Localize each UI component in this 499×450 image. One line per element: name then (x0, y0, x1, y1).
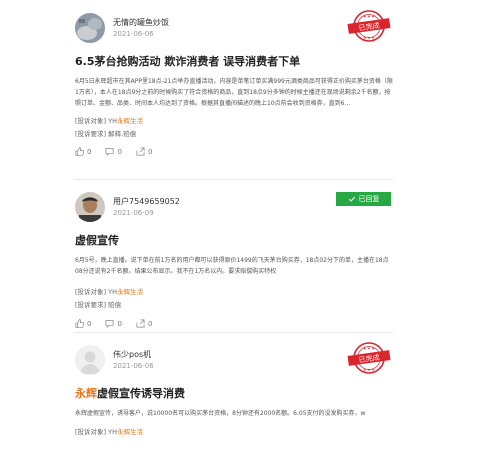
complaint-target: [投诉对象] YH永辉生活 (75, 426, 393, 439)
avatar[interactable] (75, 13, 105, 43)
target-value[interactable]: YH永辉生活 (108, 428, 143, 436)
complaint-card[interactable]: 伟少pos机 2021-06-06 ★ ★ ★ ★ ★ ★ 已完成 永辉虚假宣传… (75, 342, 393, 439)
comment-button[interactable]: 0 (105, 319, 122, 328)
comment-count: 0 (117, 319, 122, 328)
svg-text:★ ★ ★: ★ ★ ★ (363, 368, 375, 372)
card-actions: 0 0 0 (75, 319, 393, 328)
complaint-card[interactable]: 无情的罐鱼炒饭 2021-06-06 ★ ★ ★ ★ ★ ★ 已完成 6.5茅台… (75, 10, 393, 156)
divider (75, 179, 393, 180)
comment-count: 0 (117, 147, 122, 156)
svg-text:★ ★ ★: ★ ★ ★ (363, 36, 375, 40)
title-text: 虚假宣传诱导消费 (97, 387, 185, 400)
share-icon (136, 319, 145, 328)
comment-button[interactable]: 0 (105, 147, 122, 156)
request-label: [投诉要求] (75, 130, 107, 138)
request-value: 解释,赔偿 (108, 130, 137, 138)
complaint-title[interactable]: 永辉虚假宣传诱导消费 (75, 386, 393, 402)
svg-text:★ ★ ★: ★ ★ ★ (363, 347, 375, 351)
post-date: 2021-06-06 (113, 361, 154, 370)
status-stamp: ★ ★ ★ ★ ★ ★ 已完成 (347, 9, 391, 47)
request-value: 赔偿 (108, 301, 122, 309)
share-icon (136, 147, 145, 156)
complaint-request: [投诉要求] 赔偿 (75, 299, 393, 312)
share-count: 0 (147, 319, 153, 328)
complaint-target: [投诉对象] YH永辉生活 (75, 115, 393, 128)
target-label: [投诉对象] (75, 428, 107, 436)
like-count: 0 (87, 319, 92, 328)
post-date: 2021-06-09 (113, 208, 154, 217)
comment-icon (106, 319, 114, 328)
divider (75, 332, 393, 333)
like-icon (75, 147, 84, 156)
comment-icon (106, 147, 114, 156)
post-date: 2021-06-06 (113, 29, 154, 38)
share-button[interactable]: 0 (136, 147, 152, 156)
request-label: [投诉要求] (75, 301, 107, 309)
card-header: 无情的罐鱼炒饭 2021-06-06 ★ ★ ★ ★ ★ ★ 已完成 (75, 10, 393, 46)
complaint-card[interactable]: 用户7549659052 2021-06-09 已回复 虚假宣传 6月5号，晚上… (75, 189, 393, 328)
complaint-title[interactable]: 虚假宣传 (75, 233, 393, 249)
target-label: [投诉对象] (75, 288, 107, 296)
username[interactable]: 无情的罐鱼炒饭 (113, 17, 169, 29)
username[interactable]: 伟少pos机 (113, 349, 154, 361)
svg-text:★ ★ ★: ★ ★ ★ (363, 15, 375, 19)
title-highlight: 永辉 (75, 387, 97, 400)
complaint-body[interactable]: 6月5日永辉超市在其APP里18点-21点举办直播活动，内容是单笔订单买满999… (75, 76, 393, 109)
badge-label: 已回复 (358, 195, 380, 203)
username[interactable]: 用户7549659052 (113, 196, 180, 208)
avatar[interactable] (75, 192, 105, 222)
share-button[interactable]: 0 (136, 319, 152, 328)
share-count: 0 (147, 147, 153, 156)
card-actions: 0 0 0 (75, 147, 393, 156)
check-icon (348, 196, 355, 202)
complaint-feed: 无情的罐鱼炒饭 2021-06-06 ★ ★ ★ ★ ★ ★ 已完成 6.5茅台… (0, 0, 499, 450)
target-value[interactable]: YH永辉生活 (108, 117, 143, 125)
complaint-body[interactable]: 永辉虚假宣传，诱导客户，说10000名可以购买茅台资格，8分钟还有2000名额。… (75, 408, 393, 419)
target-value[interactable]: YH永辉生活 (108, 288, 143, 296)
like-button[interactable]: 0 (75, 147, 91, 156)
card-header: 用户7549659052 2021-06-09 已回复 (75, 189, 393, 225)
like-count: 0 (87, 147, 92, 156)
card-header: 伟少pos机 2021-06-06 ★ ★ ★ ★ ★ ★ 已完成 (75, 342, 393, 378)
target-label: [投诉对象] (75, 117, 107, 125)
status-stamp: ★ ★ ★ ★ ★ ★ 已完成 (347, 341, 391, 379)
complaint-title[interactable]: 6.5茅台抢购活动 欺诈消费者 误导消费者下单 (75, 54, 393, 70)
avatar[interactable] (75, 345, 105, 375)
complaint-request: [投诉要求] 解释,赔偿 (75, 128, 393, 141)
complaint-body[interactable]: 6月5号，晚上直播。说下单在前1万名的用户都可以获得原价1499的飞天茅台购买券… (75, 255, 393, 277)
like-icon (75, 319, 84, 328)
complaint-target: [投诉对象] YH永辉生活 (75, 286, 393, 299)
status-badge: 已回复 (336, 192, 391, 206)
like-button[interactable]: 0 (75, 319, 91, 328)
